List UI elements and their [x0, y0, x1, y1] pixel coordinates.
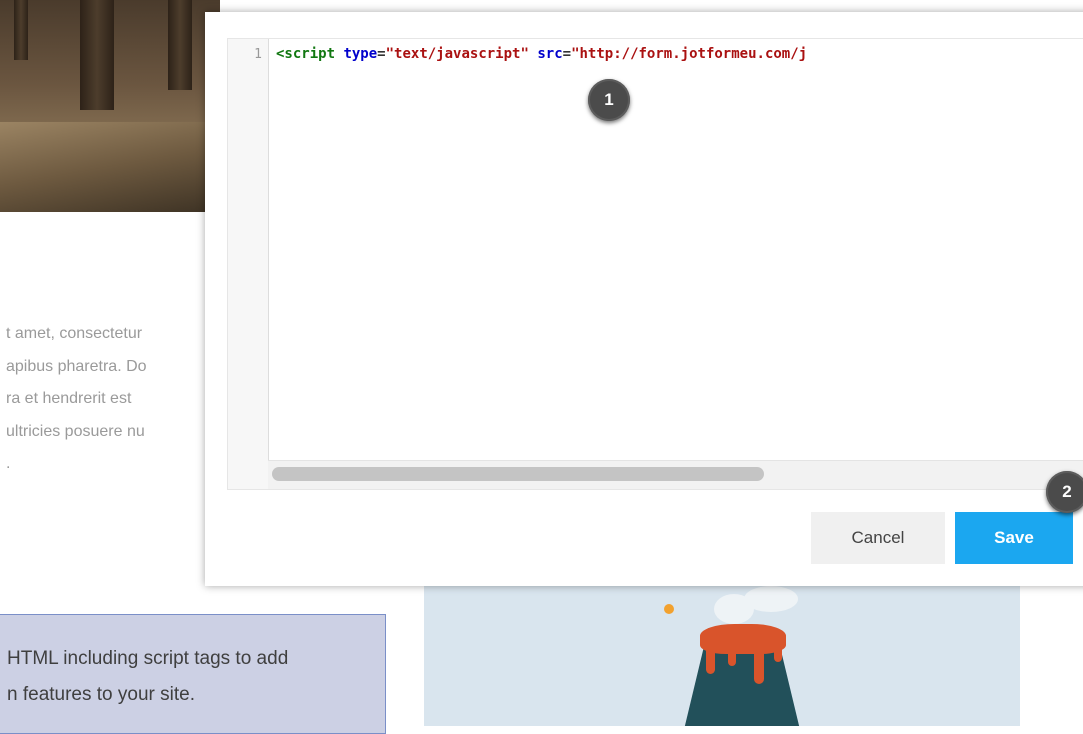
- paragraph-line: ultricies posuere nu: [6, 422, 145, 440]
- lava-drip: [728, 644, 736, 666]
- horizontal-scrollbar[interactable]: [268, 460, 1083, 489]
- code-token-equals: =: [377, 46, 386, 62]
- background-forest-photo: [0, 0, 220, 212]
- background-paragraph: t amet, consectetur apibus pharetra. Do …: [6, 318, 206, 481]
- code-token-tag: <script: [276, 46, 336, 62]
- code-token-attr: src: [537, 46, 563, 62]
- line-number: 1: [254, 47, 262, 62]
- callout-text: HTML including script tags to add n feat…: [7, 641, 288, 713]
- lava-drip: [774, 644, 782, 662]
- smoke-cloud: [744, 586, 798, 612]
- forest-ground: [0, 122, 220, 212]
- paragraph-line: .: [6, 455, 11, 472]
- save-button[interactable]: Save: [955, 512, 1073, 564]
- step-marker-1: 1: [588, 79, 630, 121]
- background-callout-box: HTML including script tags to add n feat…: [0, 614, 386, 734]
- step-marker-2: 2: [1046, 471, 1083, 513]
- tree-trunk: [80, 0, 114, 110]
- tree-trunk: [168, 0, 192, 90]
- code-token-string: "http://form.jotformeu.com/j: [571, 46, 808, 62]
- paragraph-line: t amet, consectetur: [6, 325, 143, 342]
- lava-spark: [664, 604, 674, 614]
- paragraph-line: ra et hendrerit est: [6, 390, 132, 407]
- cancel-button[interactable]: Cancel: [811, 512, 945, 564]
- lava-drip: [706, 644, 715, 674]
- code-editor[interactable]: 1 <script type="text/javascript" src="ht…: [227, 38, 1083, 490]
- embed-code-modal: 1 <script type="text/javascript" src="ht…: [205, 12, 1083, 586]
- lava-drip: [754, 644, 764, 684]
- line-gutter: 1: [228, 39, 269, 489]
- callout-line: n features to your site.: [7, 684, 195, 705]
- tree-trunk: [14, 0, 28, 60]
- code-token-string: "text/javascript": [385, 46, 529, 62]
- callout-line: HTML including script tags to add: [7, 648, 289, 669]
- scrollbar-thumb[interactable]: [272, 467, 764, 481]
- code-token-equals: =: [562, 46, 572, 62]
- paragraph-line: apibus pharetra. Do: [6, 357, 147, 375]
- code-token-attr: type: [343, 46, 378, 62]
- background-volcano-illustration: [424, 586, 1020, 726]
- code-line[interactable]: <script type="text/javascript" src="http…: [276, 46, 807, 62]
